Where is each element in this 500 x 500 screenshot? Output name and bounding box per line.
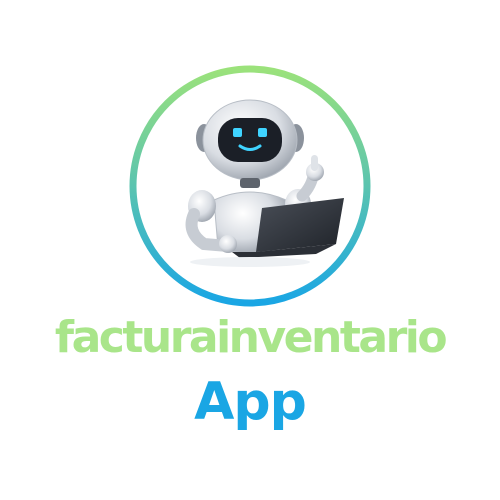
brand-app-text: App	[194, 372, 307, 432]
robot-with-laptop-icon	[185, 99, 344, 267]
brand-name-text: facturainventario	[54, 312, 448, 363]
logo-page: facturainventario App	[0, 0, 500, 500]
